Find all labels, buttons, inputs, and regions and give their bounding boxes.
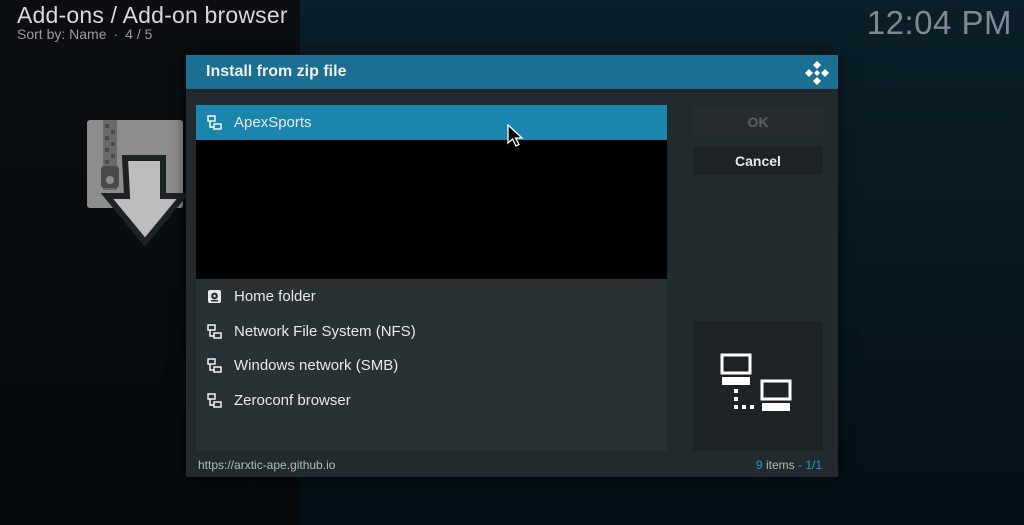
sort-info: Sort by: Name · 4 / 5 [17, 26, 152, 42]
list-empty-area [196, 140, 667, 279]
network-computers-icon [720, 353, 792, 411]
page-title: Add-ons / Add-on browser [17, 2, 288, 28]
list-item-label: Home folder [234, 288, 316, 305]
network-drive-icon [206, 392, 223, 409]
item-count-number: 9 [755, 458, 763, 472]
item-count: 9 items - 1/1 [756, 458, 822, 472]
footer-url: https://arxtic-ape.github.io [198, 458, 336, 472]
list-item-zeroconf[interactable]: Zeroconf browser [196, 383, 667, 418]
item-count-separator: - [797, 458, 802, 472]
list-item-nfs[interactable]: Network File System (NFS) [196, 314, 667, 349]
list-item-label: ApexSports [234, 114, 312, 131]
ok-button[interactable]: OK [693, 107, 823, 136]
clock: 12:04 PM [866, 4, 1012, 41]
source-preview [693, 321, 823, 451]
network-drive-icon [206, 323, 223, 340]
source-list: ApexSports Home folder Network File Syst… [196, 105, 667, 451]
item-position: 4 / 5 [125, 26, 153, 42]
list-item-smb[interactable]: Windows network (SMB) [196, 348, 667, 383]
network-drive-icon [206, 357, 223, 374]
zip-install-icon [87, 120, 187, 246]
list-item-home-folder[interactable]: Home folder [196, 279, 667, 314]
page-indicator: 1/1 [805, 458, 822, 472]
mouse-pointer-icon [507, 124, 524, 147]
separator-dot: · [113, 26, 119, 42]
cancel-button[interactable]: Cancel [693, 146, 823, 175]
dialog-header: Install from zip file [186, 55, 838, 89]
list-item-apexsports[interactable]: ApexSports [196, 105, 667, 140]
dialog-title: Install from zip file [206, 63, 347, 80]
kodi-logo-icon [805, 61, 829, 85]
network-drive-icon [206, 114, 223, 131]
list-item-label: Windows network (SMB) [234, 357, 399, 374]
list-item-label: Zeroconf browser [234, 392, 351, 409]
install-zip-dialog: Install from zip file ApexSports Home fo… [186, 55, 838, 477]
home-drive-icon [206, 288, 223, 305]
sort-label: Sort by: Name [17, 26, 107, 42]
item-count-word: items [765, 458, 795, 472]
list-item-label: Network File System (NFS) [234, 323, 416, 340]
